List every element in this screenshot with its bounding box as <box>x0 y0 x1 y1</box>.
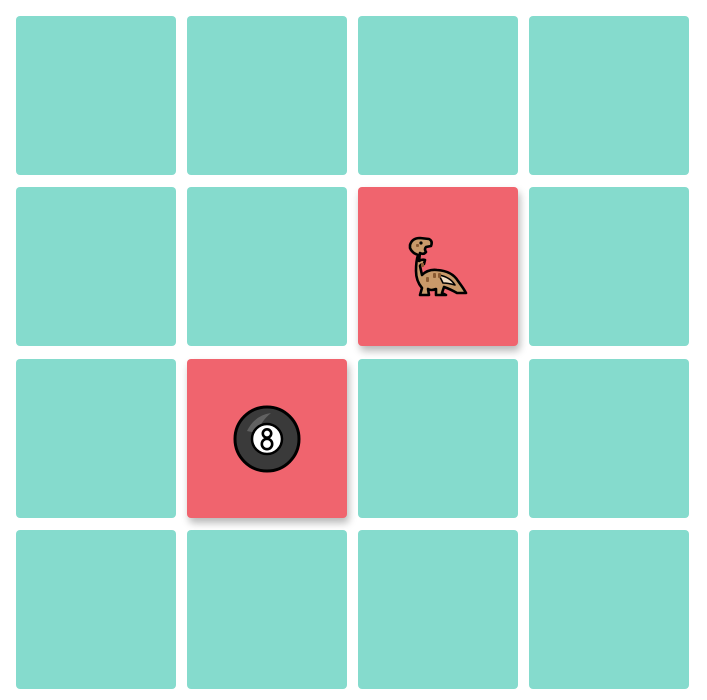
card-hidden-2-0[interactable] <box>16 359 176 518</box>
card-hidden-1-1[interactable] <box>187 187 347 346</box>
card-hidden-0-0[interactable] <box>16 16 176 175</box>
card-hidden-2-3[interactable] <box>529 359 689 518</box>
card-revealed-1-2[interactable] <box>358 187 518 346</box>
card-hidden-3-0[interactable] <box>16 530 176 689</box>
card-hidden-0-2[interactable] <box>358 16 518 175</box>
card-revealed-2-1[interactable] <box>187 359 347 518</box>
card-hidden-2-2[interactable] <box>358 359 518 518</box>
card-hidden-1-3[interactable] <box>529 187 689 346</box>
card-hidden-3-3[interactable] <box>529 530 689 689</box>
t-rex-icon <box>402 231 474 303</box>
card-hidden-1-0[interactable] <box>16 187 176 346</box>
memory-game-board <box>0 0 707 700</box>
card-hidden-0-3[interactable] <box>529 16 689 175</box>
card-hidden-3-2[interactable] <box>358 530 518 689</box>
card-hidden-0-1[interactable] <box>187 16 347 175</box>
card-hidden-3-1[interactable] <box>187 530 347 689</box>
eight-ball-icon <box>231 403 303 475</box>
